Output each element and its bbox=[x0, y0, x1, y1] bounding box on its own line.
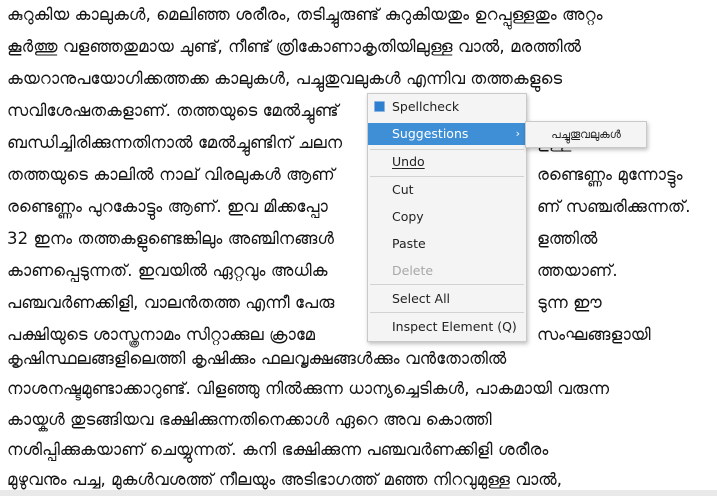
menu-item-label: Select All bbox=[392, 291, 451, 306]
text-line: തത്തയുടെ കാലിൽ നാല് വിരലുകൾ ആണ് bbox=[7, 165, 335, 184]
text-line: ബന്ധിച്ചിരിക്കുന്നതിനാൽ മേൽച്ചുണ്ടിന് ചല… bbox=[7, 133, 343, 152]
text-line: കുറുകിയ കാലുകൾ, മെലിഞ്ഞ ശരീരം, തടിച്ചുരു… bbox=[7, 5, 603, 24]
checkbox-checked-icon[interactable] bbox=[374, 101, 385, 112]
menu-item-spellcheck[interactable]: Spellcheck bbox=[368, 96, 526, 118]
text-line: കാണപ്പെടുന്നത്. ഇവയിൽ ഏറ്റവും അധിക bbox=[7, 261, 328, 280]
text-line: കയറാനുപയോഗിക്കത്തക്ക കാലുകൾ, പച്ചുതുവലുക… bbox=[7, 69, 563, 88]
text-fragment: ത്തയാണ്. bbox=[537, 261, 618, 280]
text-line: സവിശേഷതകളാണ്. തത്തയുടെ മേൽച്ചുണ്ട് bbox=[7, 101, 339, 120]
menu-item-label: Delete bbox=[392, 263, 434, 278]
text-line: 32 ഇനം തത്തകളുണ്ടെങ്കിലും അഞ്ചിനങ്ങൾ bbox=[7, 229, 334, 248]
menu-item-label: Copy bbox=[392, 209, 424, 224]
text-line: കൂർത്തു വളഞ്ഞതുമായ ചുണ്ട്, നീണ്ട് ത്രികോ… bbox=[7, 37, 582, 56]
menu-item-label: Paste bbox=[392, 236, 426, 251]
menu-item-label: Inspect Element (Q) bbox=[392, 319, 517, 334]
menu-separator bbox=[370, 176, 524, 177]
suggestion-item[interactable]: പച്ചുതൂവലുകൾ bbox=[551, 128, 621, 141]
text-line: രണ്ടെണ്ണം പുറകോട്ടും ആണ്. ഇവ മിക്കപ്പോ bbox=[7, 197, 328, 216]
text-fragment: ളത്തിൽ bbox=[537, 229, 598, 248]
text-line: പഞ്ചവർണക്കിളി, വാലൻതത്ത എന്നീ പേരു bbox=[7, 293, 335, 312]
menu-item-label: Suggestions bbox=[392, 126, 469, 141]
menu-item-label: Spellcheck bbox=[392, 99, 460, 114]
menu-separator bbox=[370, 312, 524, 313]
menu-separator bbox=[370, 284, 524, 285]
text-line: നശിപ്പിക്കുകയാണ് ചെയ്യുന്നത്. കനി ഭക്ഷിക… bbox=[7, 440, 549, 459]
text-line: പക്ഷിയുടെ ശാസ്ത്രനാമം സിറ്റാക്കുല ക്രാമേ bbox=[7, 325, 316, 344]
menu-item-inspect-element[interactable]: Inspect Element (Q) bbox=[368, 316, 526, 338]
menu-item-label: Cut bbox=[392, 182, 414, 197]
menu-item-paste[interactable]: Paste bbox=[368, 233, 526, 255]
menu-item-suggestions[interactable]: Suggestions › bbox=[368, 123, 526, 145]
text-line: കൃഷിസ്ഥലങ്ങളിലെത്തി കൃഷിക്കും ഫലവൃക്ഷങ്ങ… bbox=[7, 349, 507, 368]
context-menu: Spellcheck Suggestions › Undo Cut Copy P… bbox=[367, 93, 527, 342]
menu-item-label: Undo bbox=[392, 154, 425, 169]
menu-separator bbox=[370, 149, 524, 150]
text-line: കായ്കൾ തുടങ്ങിയവ ഭക്ഷിക്കുന്നതിനെക്കാൾ ഏ… bbox=[7, 410, 492, 429]
menu-item-delete: Delete bbox=[368, 260, 526, 282]
menu-item-cut[interactable]: Cut bbox=[368, 179, 526, 201]
suggestions-submenu: പച്ചുതൂവലുകൾ bbox=[525, 121, 647, 148]
text-line: മുഴുവനും പച്ച, മുകൾവശത്ത് നീലയും അടിഭാഗത… bbox=[7, 470, 563, 489]
text-fragment: സംഘങ്ങളായി bbox=[537, 325, 651, 344]
text-line: നാശനഷ്ടമുണ്ടാക്കാറുണ്ട്. വിളഞ്ഞു നിൽക്കു… bbox=[7, 379, 610, 398]
menu-item-copy[interactable]: Copy bbox=[368, 206, 526, 228]
chevron-right-icon: › bbox=[515, 127, 520, 140]
menu-item-select-all[interactable]: Select All bbox=[368, 288, 526, 310]
text-fragment: ണ് സഞ്ചരിക്കുന്നത്. bbox=[537, 197, 691, 216]
text-fragment: ടുന്ന ഈ bbox=[537, 293, 602, 312]
text-fragment: രണ്ടെണ്ണം മുന്നോട്ടും bbox=[537, 165, 683, 184]
menu-item-undo[interactable]: Undo bbox=[368, 151, 526, 173]
horizontal-scrollbar[interactable] bbox=[0, 490, 717, 496]
